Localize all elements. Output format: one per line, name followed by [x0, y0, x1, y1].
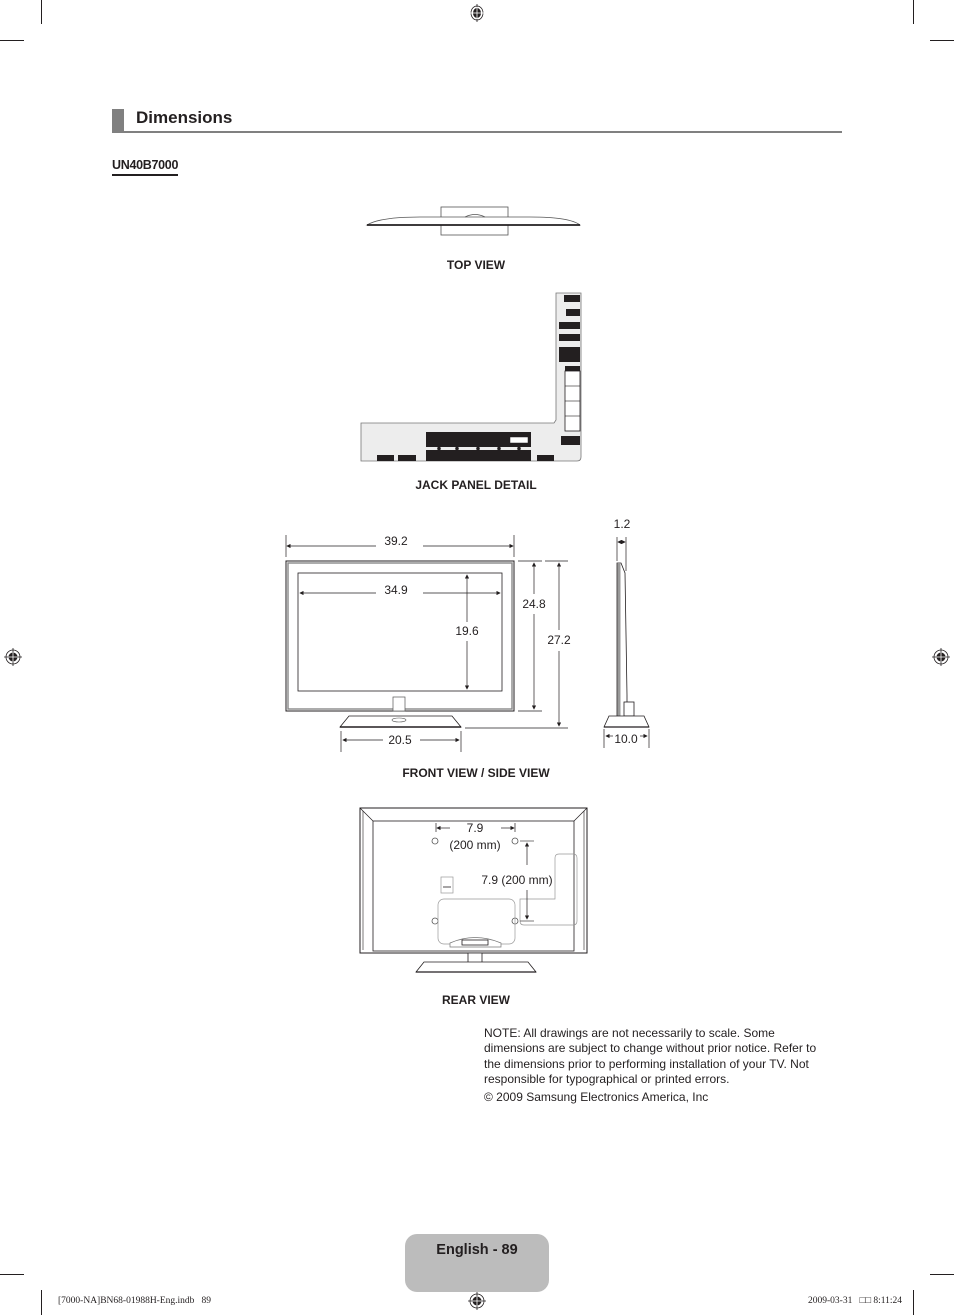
section-title: Dimensions	[136, 108, 233, 127]
dim-overall-height: 27.2	[547, 633, 571, 647]
vesa-horizontal-mm: (200 mm)	[449, 838, 500, 852]
dim-screen-width: 34.9	[384, 583, 408, 597]
dim-stand-depth: 10.0	[614, 732, 638, 746]
registration-mark-icon	[932, 648, 950, 666]
front-side-view-caption: FRONT VIEW / SIDE VIEW	[402, 766, 550, 780]
disclaimer-note: NOTE: All drawings are not necessarily t…	[484, 1026, 817, 1086]
jack-panel-drawing	[360, 292, 582, 462]
page-number: English - 89	[436, 1242, 518, 1258]
top-view-drawing	[365, 206, 582, 236]
model-number: UN40B7000	[112, 158, 178, 176]
vesa-vertical-value: 7.9 (200 mm)	[481, 873, 552, 887]
jack-panel-caption: JACK PANEL DETAIL	[415, 478, 537, 492]
crop-mark	[913, 1290, 914, 1315]
crop-mark	[930, 40, 954, 41]
crop-mark	[41, 0, 42, 24]
dim-overall-width: 39.2	[384, 534, 408, 548]
vesa-horizontal-value: 7.9	[467, 821, 484, 835]
crop-mark	[913, 0, 914, 24]
registration-mark-icon	[468, 1292, 486, 1310]
crop-mark	[41, 1290, 42, 1315]
front-side-view-drawing: 39.2 34.9 19.6 24.8 27.2 20.5 1.2 10.0	[285, 517, 650, 752]
rear-view-caption: REAR VIEW	[441, 993, 510, 1007]
rear-view-drawing: 7.9 (200 mm) 7.9 (200 mm)	[359, 807, 588, 973]
crop-mark	[0, 1274, 24, 1275]
crop-mark	[0, 40, 24, 41]
crop-mark	[930, 1274, 954, 1275]
copyright-text: © 2009 Samsung Electronics America, Inc	[484, 1090, 709, 1104]
slug-timestamp: 2009-03-31 □□ 8:11:24	[808, 1296, 902, 1306]
dim-depth: 1.2	[614, 517, 631, 531]
section-rule	[112, 131, 842, 133]
registration-mark-icon	[4, 648, 22, 666]
dim-screen-height: 19.6	[455, 624, 479, 638]
dim-body-height: 24.8	[522, 597, 546, 611]
top-view-caption: TOP VIEW	[446, 258, 506, 272]
dim-stand-width: 20.5	[388, 733, 412, 747]
section-marker	[112, 109, 124, 133]
slug-file-info: [7000-NA]BN68-01988H-Eng.indb 89	[58, 1296, 212, 1306]
registration-mark-icon	[470, 4, 484, 22]
